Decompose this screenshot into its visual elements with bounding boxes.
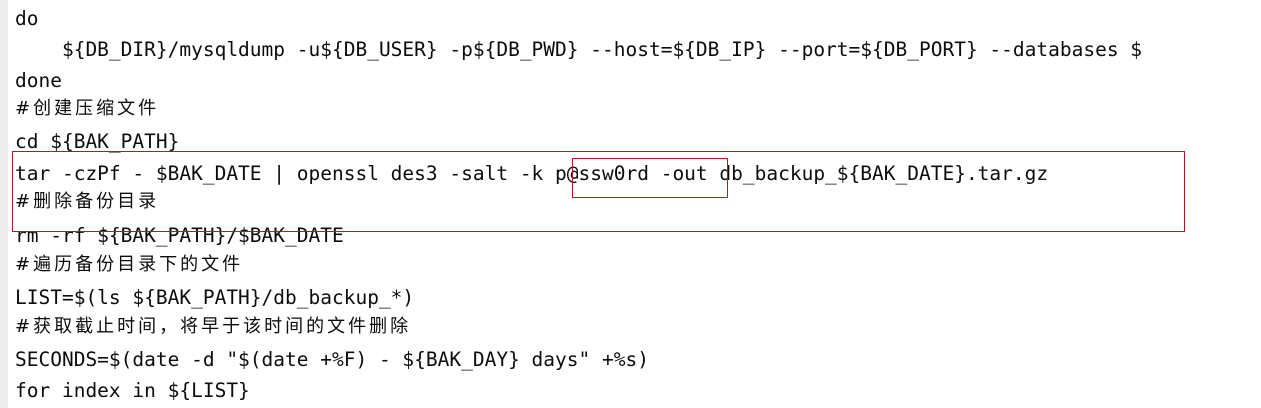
code-line-for-loop: for index in ${LIST}	[15, 379, 250, 402]
code-line-seconds: SECONDS=$(date -d "$(date +%F) - ${BAK_D…	[15, 348, 649, 371]
comment-create-archive: #创建压缩文件	[15, 98, 160, 119]
code-line-mysqldump: ${DB_DIR}/mysqldump -u${DB_USER} -p${DB_…	[15, 38, 1143, 61]
code-line-done: done	[15, 69, 62, 92]
code-line-rm: rm -rf ${BAK_PATH}/$BAK_DATE	[15, 224, 344, 247]
code-line-do: do	[15, 7, 39, 30]
terminal-output[interactable]: do ${DB_DIR}/mysqldump -u${DB_USER} -p${…	[15, 0, 1261, 408]
code-line-tar-openssl: tar -czPf - $BAK_DATE | openssl des3 -sa…	[15, 162, 1049, 185]
comment-delete-backup-dir: #删除备份目录	[15, 191, 160, 212]
code-line-cd: cd ${BAK_PATH}	[15, 130, 180, 153]
comment-iterate-files: #遍历备份目录下的文件	[15, 254, 244, 275]
comment-cutoff-time: #获取截止时间，将早于该时间的文件删除	[15, 316, 412, 337]
left-gutter	[0, 0, 8, 408]
code-line-list: LIST=$(ls ${BAK_PATH}/db_backup_*)	[15, 286, 415, 309]
